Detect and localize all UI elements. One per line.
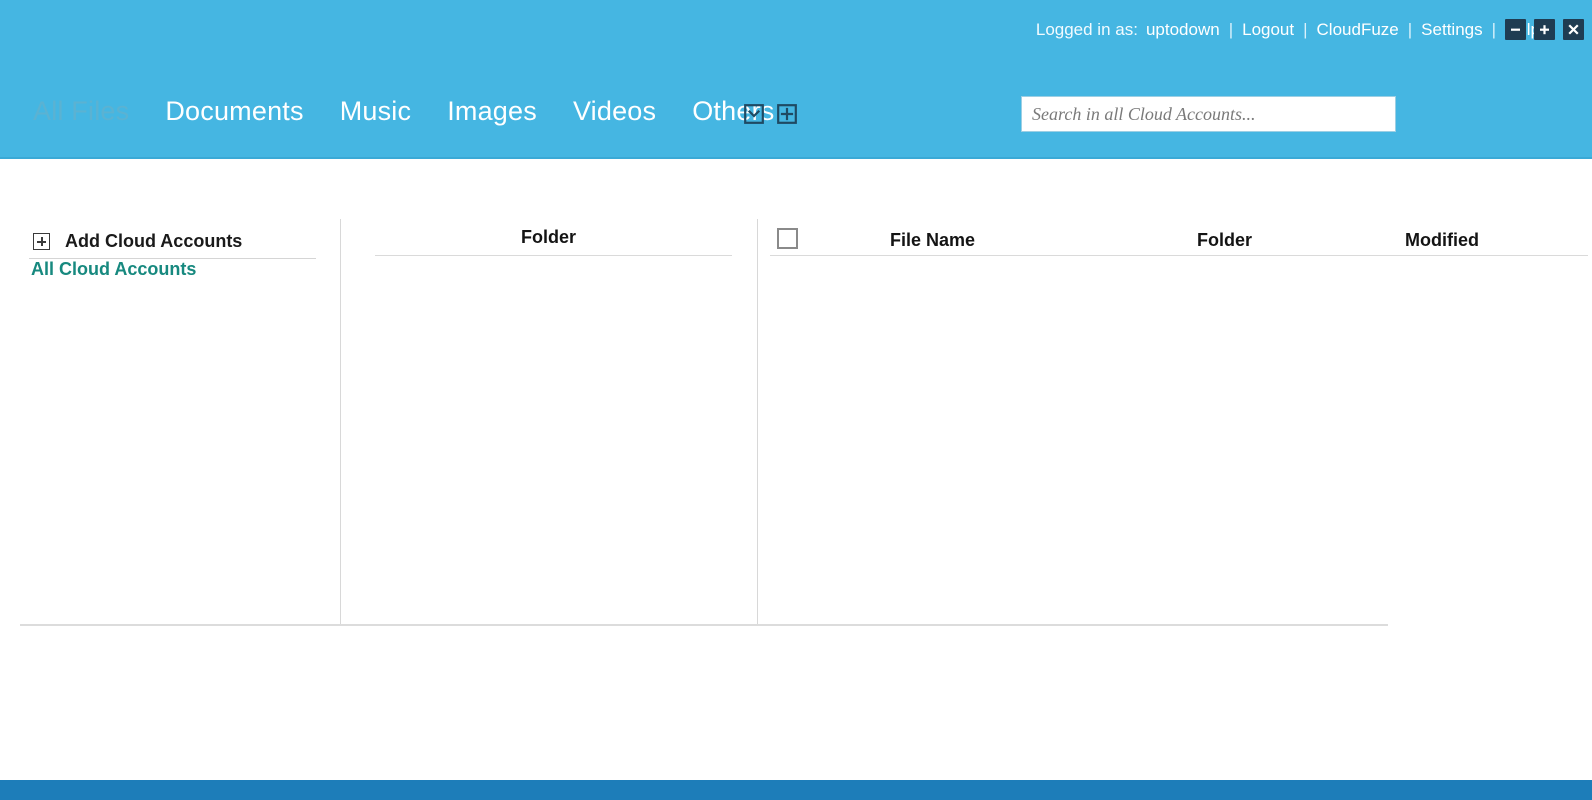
file-list-pane: File Name Folder Modified <box>757 159 1592 767</box>
titlebar-account-strip: Logged in as: uptodown | Logout | CloudF… <box>1036 20 1540 40</box>
maximize-button[interactable] <box>1534 19 1555 40</box>
main-nav: All Files Documents Music Images Videos … <box>33 96 810 127</box>
add-cloud-accounts-label: Add Cloud Accounts <box>65 231 243 251</box>
nav-icon-group <box>744 104 797 124</box>
column-header-folder[interactable]: Folder <box>1197 230 1252 251</box>
add-cloud-accounts-button[interactable]: Add Cloud Accounts <box>33 231 242 252</box>
tab-all-files[interactable]: All Files <box>33 96 129 127</box>
separator: | <box>1407 20 1413 39</box>
content-area: Add Cloud Accounts All Cloud Accounts Fo… <box>0 159 1592 767</box>
tab-images[interactable]: Images <box>447 96 537 127</box>
file-table-header-divider <box>770 255 1588 256</box>
tab-music[interactable]: Music <box>340 96 412 127</box>
folder-header-divider <box>375 255 732 256</box>
cloudfuze-window: Logged in as: uptodown | Logout | CloudF… <box>0 0 1592 800</box>
username-label: uptodown <box>1145 20 1220 39</box>
search-box[interactable] <box>1021 96 1396 132</box>
app-footer <box>0 767 1592 800</box>
cloudfuze-link[interactable]: CloudFuze <box>1317 20 1399 40</box>
close-button[interactable] <box>1563 19 1584 40</box>
maximize-icon <box>1540 25 1549 35</box>
folder-column-header: Folder <box>520 227 576 247</box>
search-input[interactable] <box>1022 97 1395 131</box>
close-icon <box>1568 24 1579 35</box>
separator: | <box>1303 20 1308 39</box>
separator: | <box>1491 20 1497 39</box>
tab-videos[interactable]: Videos <box>573 96 656 127</box>
column-header-modified[interactable]: Modified <box>1405 230 1479 251</box>
folder-pane: Folder <box>340 159 757 767</box>
plus-box-icon <box>33 233 50 250</box>
sidebar-item-all-cloud-accounts[interactable]: All Cloud Accounts <box>31 259 196 280</box>
footer-bar <box>0 780 1592 800</box>
chevron-down-box-button[interactable] <box>744 104 764 124</box>
minimize-button[interactable] <box>1505 19 1526 40</box>
window-controls <box>1505 19 1584 40</box>
plus-box-button[interactable] <box>777 104 797 124</box>
select-all-checkbox[interactable] <box>777 228 798 249</box>
tab-documents[interactable]: Documents <box>165 96 303 127</box>
settings-link[interactable]: Settings <box>1421 20 1482 40</box>
minimize-icon <box>1511 28 1520 31</box>
file-table-header: File Name Folder Modified <box>757 225 1592 255</box>
chevron-down-box-icon <box>744 104 764 124</box>
logout-link[interactable]: Logout <box>1242 20 1294 40</box>
app-header: Logged in as: uptodown | Logout | CloudF… <box>0 0 1592 159</box>
logged-in-label: Logged in as: <box>1035 20 1138 39</box>
column-header-file-name[interactable]: File Name <box>890 230 975 251</box>
separator: | <box>1228 20 1234 39</box>
cloud-accounts-pane: Add Cloud Accounts All Cloud Accounts <box>0 159 340 767</box>
plus-box-icon <box>777 104 797 124</box>
